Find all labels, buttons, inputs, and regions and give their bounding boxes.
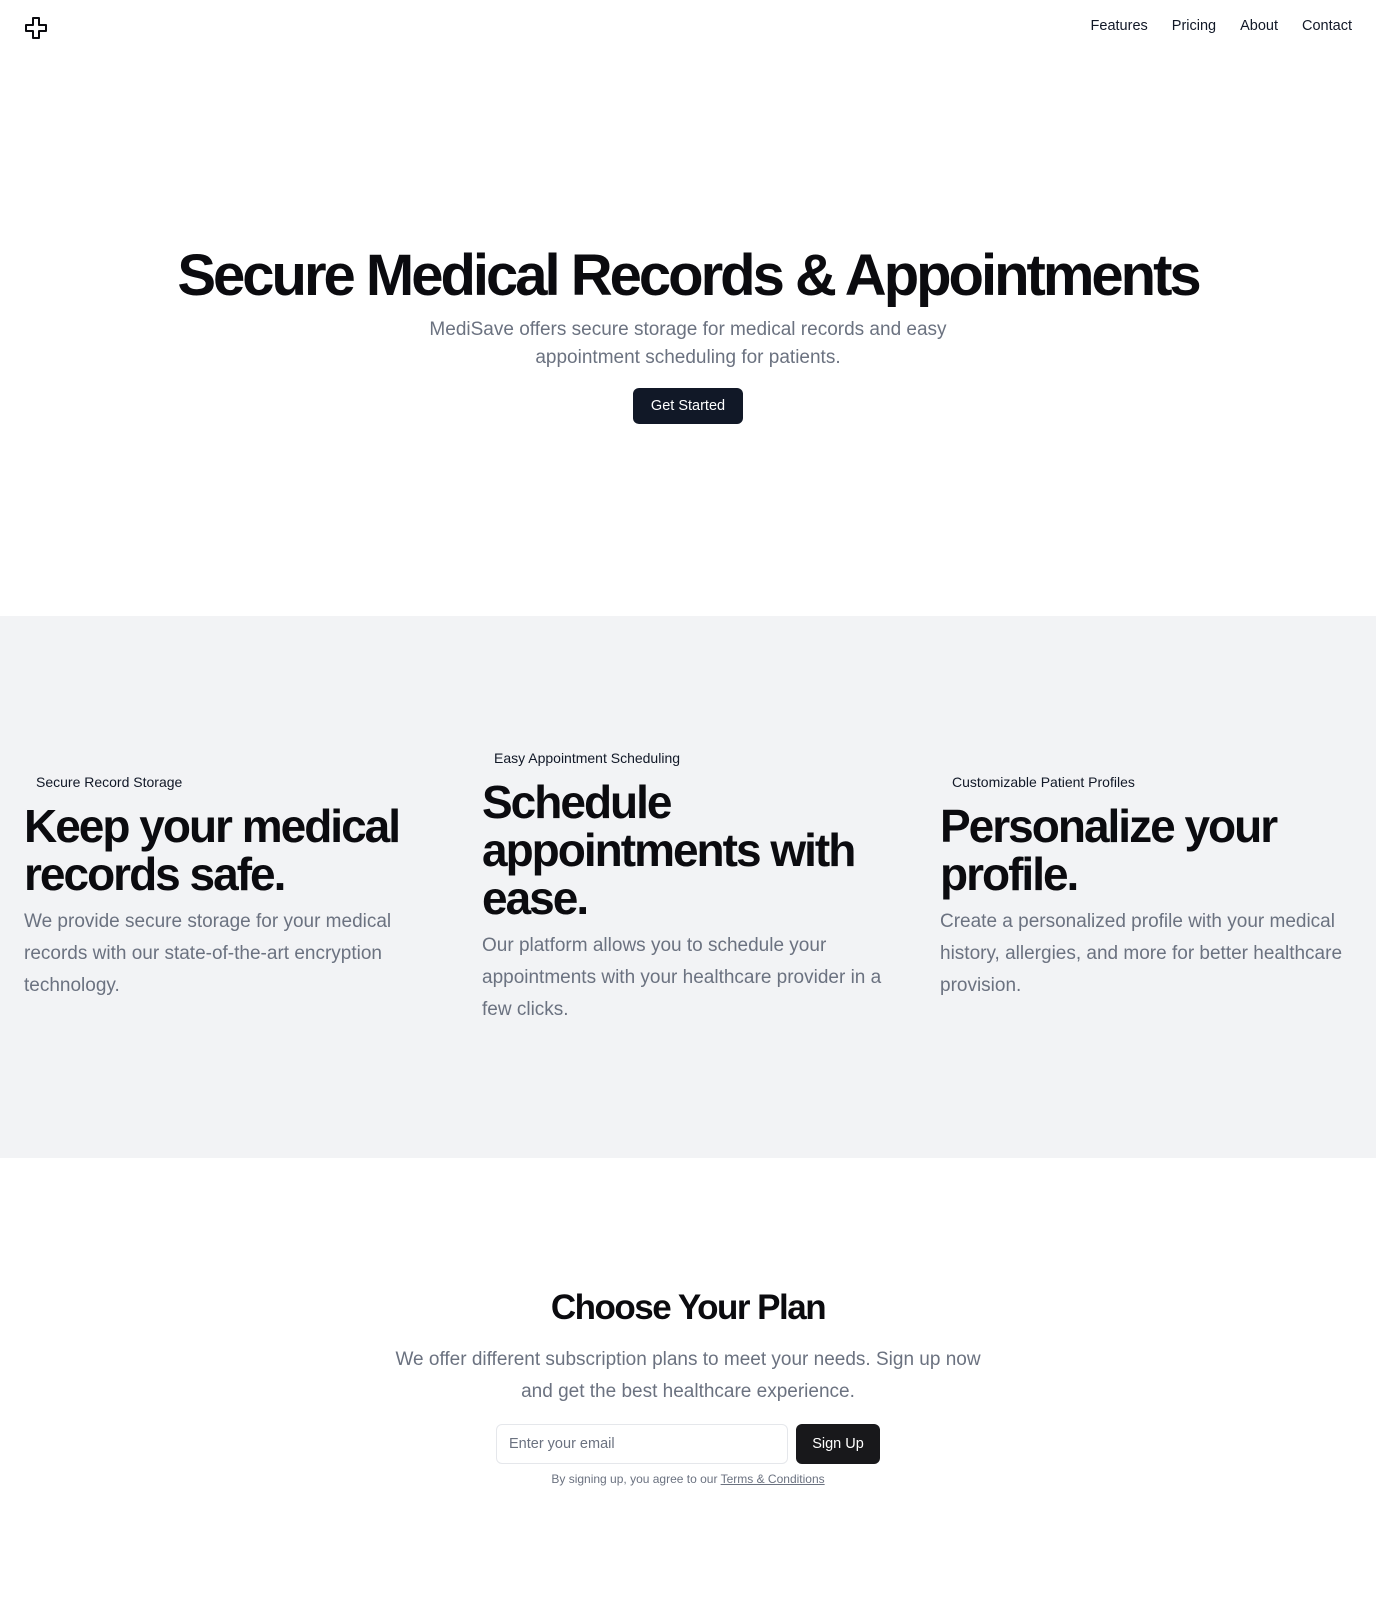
features-section: Secure Record Storage Keep your medical …	[0, 616, 1376, 1158]
feature-heading: Keep your medical records safe.	[24, 800, 401, 900]
feature-card-appointments: Easy Appointment Scheduling Schedule app…	[482, 748, 892, 1026]
signup-form: Sign Up	[496, 1424, 880, 1464]
feature-text: We provide secure storage for your medic…	[24, 911, 392, 996]
feature-text: Our platform allows you to schedule your…	[482, 935, 882, 1020]
feature-text: Create a personalized profile with your …	[940, 911, 1343, 996]
sign-up-button[interactable]: Sign Up	[796, 1424, 880, 1464]
plan-description: We offer different subscription plans to…	[395, 1349, 981, 1402]
feature-heading: Schedule appointments with ease.	[482, 776, 856, 924]
plan-title: Choose Your Plan	[550, 1288, 827, 1327]
feature-card-records: Secure Record Storage Keep your medical …	[24, 772, 434, 1002]
hero-title: Secure Medical Records & Appointments	[177, 243, 1201, 308]
feature-tag: Secure Record Storage	[36, 774, 183, 790]
terms-notice: By signing up, you agree to our Terms & …	[0, 1472, 1376, 1486]
feature-card-profiles: Customizable Patient Profiles Personaliz…	[940, 772, 1350, 1002]
terms-prefix: By signing up, you agree to our	[551, 1472, 718, 1486]
get-started-button[interactable]: Get Started	[633, 388, 743, 424]
terms-link[interactable]: Terms & Conditions	[721, 1472, 825, 1486]
plan-section: Choose Your Plan We offer different subs…	[0, 1158, 1376, 1616]
hero-section: Secure Medical Records & Appointments Me…	[0, 0, 1376, 616]
feature-heading: Personalize your profile.	[940, 800, 1278, 900]
feature-tag: Customizable Patient Profiles	[952, 774, 1135, 790]
hero-subtitle: MediSave offers secure storage for medic…	[429, 319, 947, 368]
feature-tag: Easy Appointment Scheduling	[494, 750, 681, 766]
email-input[interactable]	[496, 1424, 788, 1464]
